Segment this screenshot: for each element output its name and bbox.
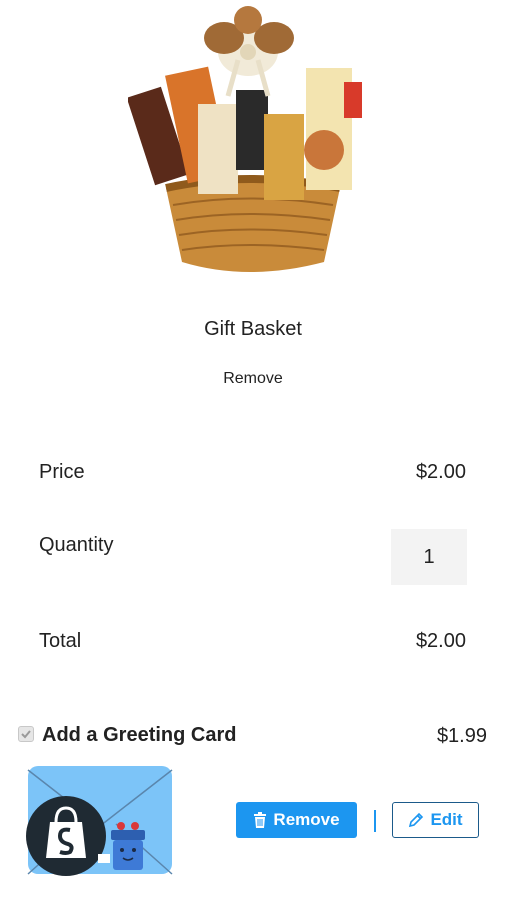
greeting-card-title: Add a Greeting Card [42,724,237,746]
quantity-value: 1 [423,545,435,568]
total-label: Total [39,630,82,652]
remove-button-label: Remove [273,810,340,829]
check-icon [21,730,31,739]
edit-button-label: Edit [430,810,463,829]
greeting-card-image [26,766,173,876]
price-label: Price [39,461,85,483]
product-title: Gift Basket [204,318,302,340]
button-divider [374,810,376,832]
remove-greeting-card-button[interactable]: Remove [236,802,357,838]
quantity-label: Quantity [39,534,114,556]
price-value: $2.00 [415,461,466,483]
edit-greeting-card-button[interactable]: Edit [392,802,479,838]
greeting-card-checkbox[interactable] [18,726,34,742]
trash-icon [254,812,267,828]
product-image [128,6,362,272]
total-value: $2.00 [415,630,466,652]
quantity-input[interactable]: 1 [391,529,467,585]
pencil-icon [409,812,424,828]
greeting-card-price: $1.99 [436,725,487,747]
remove-product-link[interactable]: Remove [213,370,293,388]
